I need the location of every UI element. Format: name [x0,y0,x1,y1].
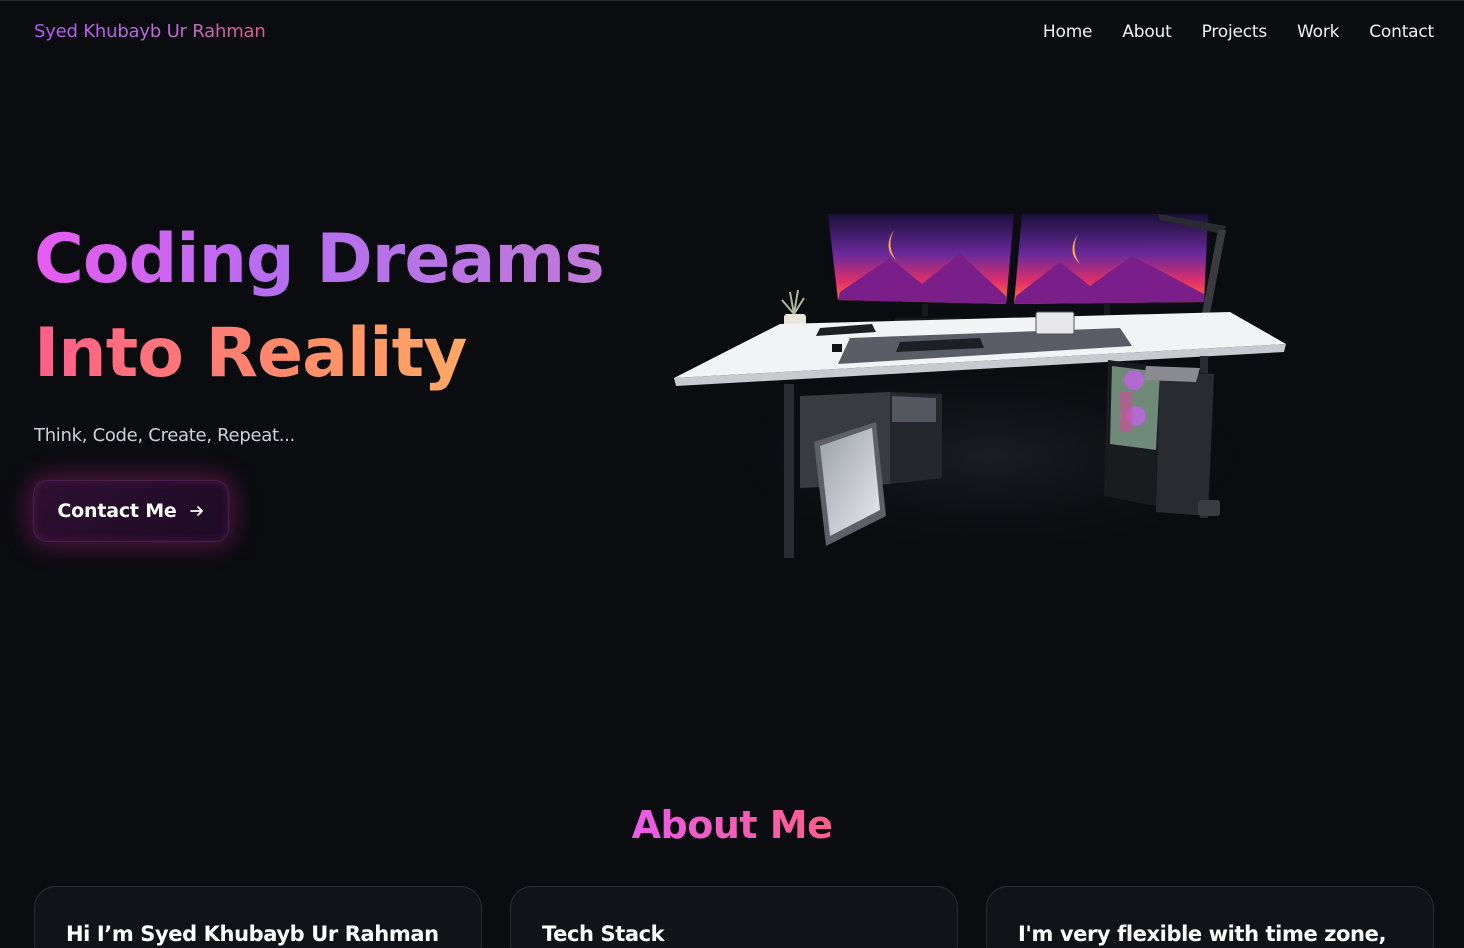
brand-name[interactable]: Syed Khubayb Ur Rahman [34,21,266,42]
about-heading-text: About Me [631,803,833,847]
about-card-title: Hi I’m Syed Khubayb Ur Rahman [66,922,439,946]
monitor-right [1010,210,1212,324]
hero-title-line2: Into Reality [34,307,604,401]
about-card-tech-stack: Tech Stack [510,886,958,948]
nav-link-home[interactable]: Home [1043,22,1093,42]
hero-tagline: Think, Code, Create, Repeat... [34,425,295,446]
desk-setup-illustration [674,210,1290,566]
contact-me-button[interactable]: Contact Me [33,480,229,542]
nav-link-work[interactable]: Work [1297,22,1339,42]
about-section-title: About Me [0,803,1464,847]
hero-title-line1: Coding Dreams [34,213,605,307]
about-card-timezone: I'm very flexible with time zone, [986,886,1434,948]
nav-link-projects[interactable]: Projects [1202,22,1268,42]
tablet [1035,311,1075,335]
top-nav: Syed Khubayb Ur Rahman Home About Projec… [0,1,1464,67]
about-card-intro: Hi I’m Syed Khubayb Ur Rahman [34,886,482,948]
hero-title: Coding Dreams Into Reality [34,213,605,401]
nav-link-contact[interactable]: Contact [1369,22,1434,42]
monitor-left [824,210,1018,324]
arrow-right-icon [189,506,203,516]
pc-tower [1104,360,1220,516]
phone [832,344,842,352]
nav-links: Home About Projects Work Contact [1043,22,1434,42]
about-card-title: I'm very flexible with time zone, [1018,922,1387,946]
about-card-title: Tech Stack [542,922,665,946]
contact-me-label: Contact Me [57,500,177,522]
nav-link-about[interactable]: About [1122,22,1171,42]
